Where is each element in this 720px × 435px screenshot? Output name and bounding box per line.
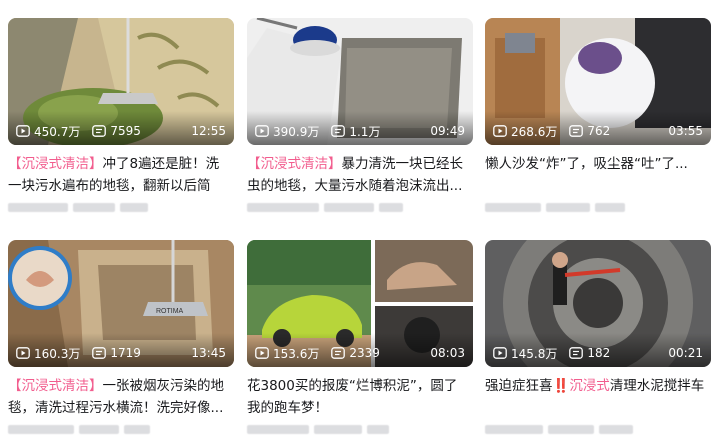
title-tag: 【沉浸式清洁】	[247, 156, 342, 172]
video-duration: 00:21	[668, 346, 703, 360]
play-count-icon	[16, 125, 30, 137]
video-title[interactable]: 【沉浸式清洁】冲了8遍还是脏！洗一块污水遍布的地毯，翻新以后简直...	[8, 153, 234, 197]
video-duration: 08:03	[430, 346, 465, 360]
comment-count-icon	[92, 347, 107, 359]
video-thumbnail[interactable]: ROTIMA 160.3万 1719 13:45	[8, 240, 234, 367]
comment-count: 762	[587, 124, 611, 138]
title-tag: 【沉浸式清洁】	[8, 156, 103, 172]
video-card[interactable]: 390.9万 1.1万 09:49 【沉浸式清洁】暴力清洗一块已经长虫的地毯，大…	[247, 18, 473, 213]
double-exclamation-emoji: ‼️	[552, 378, 570, 394]
play-count-icon	[493, 347, 507, 359]
video-uploader-blurred	[485, 201, 711, 213]
video-thumbnail[interactable]: 145.8万 182 00:21	[485, 240, 711, 367]
comment-count: 182	[587, 346, 611, 360]
comment-count-icon	[569, 125, 584, 137]
play-count: 390.9万	[273, 124, 320, 139]
comment-count: 7595	[110, 124, 141, 138]
video-title[interactable]: 【沉浸式清洁】暴力清洗一块已经长虫的地毯，大量污水随着泡沫流出...	[247, 153, 473, 197]
video-duration: 13:45	[191, 346, 226, 360]
video-duration: 09:49	[430, 124, 465, 138]
video-card[interactable]: 450.7万 7595 12:55 【沉浸式清洁】冲了8遍还是脏！洗一块污水遍布…	[8, 18, 234, 213]
video-card[interactable]: 145.8万 182 00:21 强迫症狂喜‼️沉浸式清理水泥搅拌车	[485, 240, 711, 435]
video-stats: 450.7万 7595 12:55	[16, 122, 226, 140]
play-count: 160.3万	[34, 346, 81, 361]
video-stats: 268.6万 762 03:55	[493, 122, 703, 140]
comment-count: 1719	[110, 346, 141, 360]
video-stats: 145.8万 182 00:21	[493, 344, 703, 362]
title-text: 懒人沙发“炸”了，吸尘器“吐”了...	[485, 156, 688, 172]
video-uploader-blurred	[8, 201, 234, 213]
video-thumbnail[interactable]: 153.6万 2339 08:03	[247, 240, 473, 367]
video-thumbnail[interactable]: 390.9万 1.1万 09:49	[247, 18, 473, 145]
rotima-logo: ROTIMA	[156, 308, 184, 315]
play-count-icon	[255, 347, 269, 359]
comment-count: 2339	[349, 346, 380, 360]
video-uploader-blurred	[485, 423, 711, 435]
title-tag: 【沉浸式清洁】	[8, 378, 103, 394]
play-count: 268.6万	[511, 124, 558, 139]
video-stats: 160.3万 1719 13:45	[16, 344, 226, 362]
comment-count-icon	[569, 347, 584, 359]
play-count: 145.8万	[511, 346, 558, 361]
video-title[interactable]: 懒人沙发“炸”了，吸尘器“吐”了...	[485, 153, 711, 197]
video-card[interactable]: 268.6万 762 03:55 懒人沙发“炸”了，吸尘器“吐”了...	[485, 18, 711, 213]
title-text: 花3800买的报废“烂博积泥”，圆了我的跑车梦！	[247, 378, 458, 416]
play-count-icon	[16, 347, 30, 359]
video-thumbnail[interactable]: 268.6万 762 03:55	[485, 18, 711, 145]
play-count: 450.7万	[34, 124, 81, 139]
video-duration: 03:55	[668, 124, 703, 138]
play-count-icon	[255, 125, 269, 137]
title-prefix: 强迫症狂喜	[485, 378, 553, 394]
comment-count-icon	[331, 125, 346, 137]
video-duration: 12:55	[191, 124, 226, 138]
video-uploader-blurred	[247, 423, 473, 435]
video-title[interactable]: 花3800买的报废“烂博积泥”，圆了我的跑车梦！	[247, 375, 473, 419]
video-stats: 390.9万 1.1万 09:49	[255, 122, 465, 140]
comment-count-icon	[331, 347, 346, 359]
video-title[interactable]: 【沉浸式清洁】一张被烟灰污染的地毯，清洗过程污水横流！洗完好像...	[8, 375, 234, 419]
video-card[interactable]: 153.6万 2339 08:03 花3800买的报废“烂博积泥”，圆了我的跑车…	[247, 240, 473, 435]
video-card[interactable]: ROTIMA 160.3万 1719 13:45 【沉浸式清洁】一张被烟灰污染的…	[8, 240, 234, 435]
video-title[interactable]: 强迫症狂喜‼️沉浸式清理水泥搅拌车	[485, 375, 711, 419]
comment-count-icon	[92, 125, 107, 137]
comment-count: 1.1万	[349, 124, 381, 139]
video-thumbnail[interactable]: 450.7万 7595 12:55	[8, 18, 234, 145]
video-grid: 450.7万 7595 12:55 【沉浸式清洁】冲了8遍还是脏！洗一块污水遍布…	[0, 0, 720, 435]
video-stats: 153.6万 2339 08:03	[255, 344, 465, 362]
title-suffix: 清理水泥搅拌车	[609, 378, 705, 394]
video-uploader-blurred	[247, 201, 473, 213]
play-count-icon	[493, 125, 507, 137]
play-count: 153.6万	[273, 346, 320, 361]
video-uploader-blurred	[8, 423, 234, 435]
title-tag: 沉浸式	[569, 378, 610, 394]
